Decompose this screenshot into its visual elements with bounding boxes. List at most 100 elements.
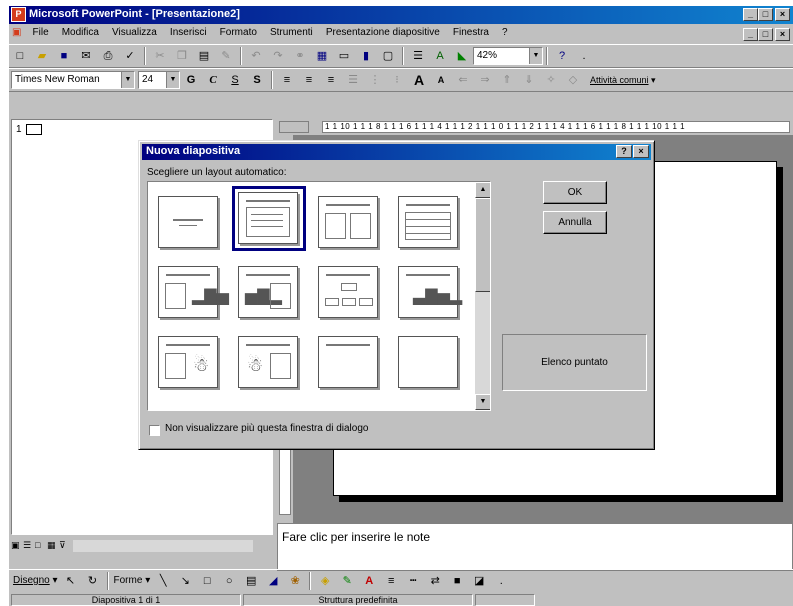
zoom-combo[interactable]: 42% ▼ [473, 47, 543, 65]
font-size-combo[interactable]: 24 ▼ [138, 71, 180, 89]
layout-title-slide[interactable] [152, 190, 226, 255]
increase-font-icon[interactable]: A [409, 71, 429, 89]
slide-show-icon[interactable]: ⊽ [59, 540, 66, 551]
outline-view-icon[interactable]: ☰ [23, 540, 31, 551]
slide-view-icon[interactable]: □ [35, 540, 40, 550]
line-style-icon[interactable]: ≡ [381, 572, 401, 590]
layout-title-only[interactable] [312, 330, 386, 395]
align-right-icon[interactable]: ≡ [321, 71, 341, 89]
powerpoint-icon[interactable]: P [11, 7, 26, 22]
draw-menu-button[interactable]: Disegno ▾ [13, 575, 58, 586]
toolbar-options-icon[interactable]: . [491, 572, 511, 590]
layout-bulleted-list[interactable] [232, 186, 306, 251]
free-rotate-icon[interactable]: ↻ [83, 572, 103, 590]
menu-file[interactable]: File [28, 25, 54, 40]
menu-help[interactable]: ? [497, 25, 513, 40]
spelling-icon[interactable]: ✓ [120, 47, 140, 65]
underline-button[interactable]: S [225, 71, 245, 89]
dialog-title-bar[interactable]: Nuova diapositiva ? × [142, 144, 651, 160]
expand-all-icon[interactable]: ☰ [408, 47, 428, 65]
dont-show-again-checkbox[interactable] [149, 425, 160, 436]
wordart-icon[interactable]: ◢ [263, 572, 283, 590]
numbering-icon[interactable]: ⋮ [365, 71, 385, 89]
font-color-icon[interactable]: A [359, 572, 379, 590]
gallery-scrollbar[interactable]: ▲ ▼ [475, 182, 490, 410]
layout-gallery[interactable]: ▂▇▅ ▅▇▂ ▃▇▅▂ ☃ ☃ ▲ ▼ [147, 181, 491, 411]
promote-icon[interactable]: ⇐ [453, 71, 473, 89]
autoshapes-menu-button[interactable]: Forme ▾ [114, 575, 151, 586]
menu-strumenti[interactable]: Strumenti [265, 25, 318, 40]
chevron-down-icon[interactable]: ▼ [529, 48, 542, 64]
layout-two-column-text[interactable] [312, 190, 386, 255]
redo-icon[interactable]: ↷ [268, 47, 288, 65]
scroll-thumb[interactable] [475, 198, 490, 292]
horizontal-scrollbar[interactable] [73, 540, 253, 552]
title-bar[interactable]: P Microsoft PowerPoint - [Presentazione2… [9, 6, 793, 24]
layout-blank[interactable] [392, 330, 466, 395]
layout-table[interactable] [392, 190, 466, 255]
line-color-icon[interactable]: ✎ [337, 572, 357, 590]
paste-icon[interactable]: ▤ [194, 47, 214, 65]
normal-view-icon[interactable]: ▣ [11, 540, 20, 551]
clipart-icon[interactable]: ❀ [285, 572, 305, 590]
menu-visualizza[interactable]: Visualizza [107, 25, 162, 40]
animation-effects-icon[interactable]: ✧ [541, 71, 561, 89]
slide-sorter-icon[interactable]: ▦ [47, 540, 56, 551]
show-formatting-icon[interactable]: A [430, 47, 450, 65]
save-icon[interactable]: ■ [54, 47, 74, 65]
scroll-up-icon[interactable]: ▲ [475, 182, 490, 198]
slide-transition-icon[interactable]: ◇ [563, 71, 583, 89]
email-icon[interactable]: ✉ [76, 47, 96, 65]
chevron-down-icon[interactable]: ▼ [166, 72, 179, 88]
dont-show-again-label[interactable]: Non visualizzare più questa finestra di … [165, 423, 368, 434]
3d-icon[interactable]: ◪ [469, 572, 489, 590]
menu-finestra[interactable]: Finestra [448, 25, 494, 40]
shadow-button[interactable]: S [247, 71, 267, 89]
new-icon[interactable]: □ [10, 47, 30, 65]
move-down-icon[interactable]: ⇓ [519, 71, 539, 89]
notes-pane[interactable]: Fare clic per inserire le note [277, 523, 793, 571]
fill-color-icon[interactable]: ◈ [315, 572, 335, 590]
italic-button[interactable]: C [203, 71, 223, 89]
menu-modifica[interactable]: Modifica [57, 25, 104, 40]
textbox-icon[interactable]: ▤ [241, 572, 261, 590]
undo-icon[interactable]: ↶ [246, 47, 266, 65]
doc-restore-button[interactable]: □ [758, 28, 773, 41]
dash-style-icon[interactable]: ┅ [403, 572, 423, 590]
dialog-close-button[interactable]: × [633, 145, 649, 158]
line-icon[interactable]: ╲ [153, 572, 173, 590]
common-tasks-button[interactable]: Attività comuni ▾ [590, 75, 656, 86]
justify-icon[interactable]: ☰ [343, 71, 363, 89]
chevron-down-icon[interactable]: ▼ [121, 72, 134, 88]
oval-icon[interactable]: ○ [219, 572, 239, 590]
demote-icon[interactable]: ⇒ [475, 71, 495, 89]
new-slide-icon[interactable]: ▢ [378, 47, 398, 65]
menu-inserisci[interactable]: Inserisci [165, 25, 212, 40]
layout-chart-text[interactable]: ▅▇▂ [232, 260, 306, 325]
insert-table-icon[interactable]: ▦ [312, 47, 332, 65]
layout-text-chart[interactable]: ▂▇▅ [152, 260, 229, 325]
align-center-icon[interactable]: ≡ [299, 71, 319, 89]
maximize-button[interactable]: □ [758, 8, 773, 21]
help-icon[interactable]: ? [552, 47, 572, 65]
arrow-style-icon[interactable]: ⇄ [425, 572, 445, 590]
layout-org-chart[interactable] [312, 260, 386, 325]
layout-chart[interactable]: ▃▇▅▂ [392, 260, 466, 325]
doc-close-button[interactable]: × [775, 28, 790, 41]
font-combo[interactable]: Times New Roman ▼ [11, 71, 135, 89]
slide-thumbnail-icon[interactable] [26, 124, 42, 135]
rectangle-icon[interactable]: □ [197, 572, 217, 590]
document-icon[interactable]: ▣ [9, 25, 24, 40]
dialog-help-button[interactable]: ? [616, 145, 632, 158]
shadow-icon[interactable]: ■ [447, 572, 467, 590]
insert-word-table-icon[interactable]: ▭ [334, 47, 354, 65]
menu-presentazione[interactable]: Presentazione diapositive [321, 25, 445, 40]
cancel-button[interactable]: Annulla [543, 211, 607, 234]
copy-icon[interactable]: ❐ [172, 47, 192, 65]
scroll-down-icon[interactable]: ▼ [475, 394, 490, 410]
hyperlink-icon[interactable]: ⚭ [290, 47, 310, 65]
menu-formato[interactable]: Formato [215, 25, 262, 40]
layout-clipart-text[interactable]: ☃ [232, 330, 306, 395]
format-painter-icon[interactable]: ✎ [216, 47, 236, 65]
align-left-icon[interactable]: ≡ [277, 71, 297, 89]
